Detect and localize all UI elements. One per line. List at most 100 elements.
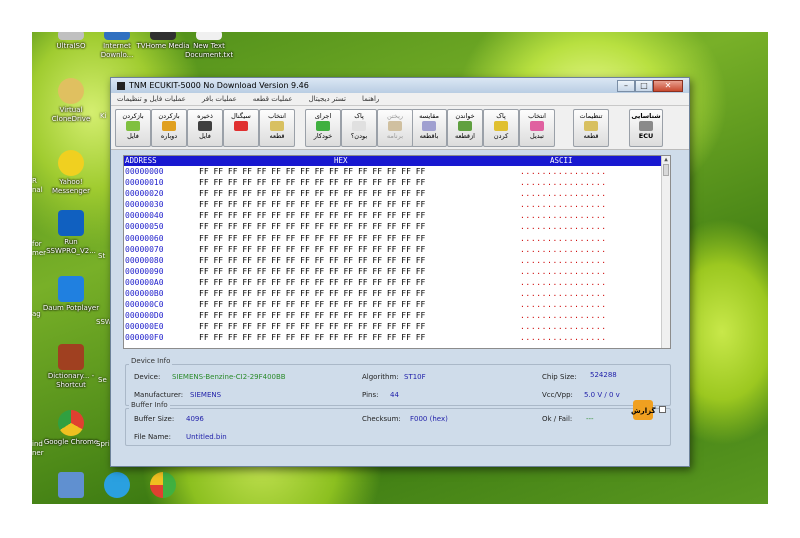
hex-row[interactable]: 00000080 FF FF FF FF FF FF FF FF FF FF FF… (124, 255, 670, 266)
hex-bytes: FF FF FF FF FF FF FF FF FF FF FF FF FF F… (199, 167, 426, 176)
hex-row[interactable]: 00000040 FF FF FF FF FF FF FF FF FF FF FF… (124, 210, 670, 221)
scrollbar-thumb[interactable] (663, 164, 669, 176)
hex-ascii: ................ (520, 211, 607, 221)
minimize-button[interactable]: – (617, 79, 635, 92)
maximize-button[interactable]: □ (635, 79, 653, 92)
hex-row[interactable]: 000000E0 FF FF FF FF FF FF FF FF FF FF FF… (124, 321, 670, 332)
hex-row[interactable]: 000000F0 FF FF FF FF FF FF FF FF FF FF FF… (124, 332, 670, 343)
desktop-icon-chrome[interactable]: Google Chrome (40, 410, 102, 447)
hex-row[interactable]: 000000D0 FF FF FF FF FF FF FF FF FF FF FF… (124, 310, 670, 321)
toolbar-button-label: ذخیره (197, 112, 213, 120)
chip-size-label: Chip Size: (542, 373, 577, 381)
desktop-icon-text-document[interactable]: New Text Document.txt (178, 32, 240, 60)
ecukit-window: TNM ECUKIT-5000 No Download Version 9.46… (110, 77, 690, 467)
toolbar-button-6[interactable]: ریختن برنامه (377, 109, 413, 147)
desktop-icon-yahoo[interactable]: Yahoo! Messenger (40, 150, 102, 196)
menu-help[interactable]: راهنما (356, 95, 385, 103)
menu-part-operations[interactable]: عملیات قطعه (247, 95, 299, 103)
desktop-clipped-label: St (98, 252, 106, 260)
hex-bytes: FF FF FF FF FF FF FF FF FF FF FF FF FF F… (199, 322, 426, 332)
hex-row[interactable]: 000000B0 FF FF FF FF FF FF FF FF FF FF FF… (124, 288, 670, 299)
clonedrive-icon (58, 78, 84, 104)
hex-row[interactable]: 00000050 FF FF FF FF FF FF FF FF FF FF FF… (124, 221, 670, 232)
hex-header-ascii: ASCII (550, 156, 573, 165)
toolbar-button-8[interactable]: اجرای خودکار (305, 109, 341, 147)
device-value: SIEMENS-Benzine-CI2-29F400BB (172, 373, 286, 381)
menu-file-settings[interactable]: عملیات فایل و تنظیمات (111, 95, 192, 103)
hex-bytes: FF FF FF FF FF FF FF FF FF FF FF FF FF F… (199, 333, 426, 343)
toolbar-button-sublabel: فایل (199, 132, 211, 140)
hex-ascii: ................ (520, 233, 607, 243)
app-icon[interactable] (150, 472, 176, 498)
okfail-value: --- (586, 415, 594, 423)
hex-row[interactable]: 000000A0 FF FF FF FF FF FF FF FF FF FF FF… (124, 277, 670, 288)
hex-bytes: FF FF FF FF FF FF FF FF FF FF FF FF FF F… (199, 244, 426, 254)
save-file-icon (198, 121, 212, 131)
hex-ascii: ................ (520, 266, 607, 276)
hex-ascii: ................ (520, 300, 607, 310)
menu-digital-tester[interactable]: تستر دیجیتال (303, 95, 352, 103)
vertical-scrollbar[interactable]: ▲ (661, 156, 670, 348)
toolbar-button-label: اجرای (314, 112, 332, 120)
hex-row[interactable]: 00000060 FF FF FF FF FF FF FF FF FF FF FF… (124, 233, 670, 244)
toolbar-button-11[interactable]: ذخیره فایل (187, 109, 223, 147)
hex-row[interactable]: 00000000 FF FF FF FF FF FF FF FF FF FF FF… (124, 166, 670, 177)
report-checkbox[interactable] (659, 406, 666, 413)
telegram-icon[interactable] (104, 472, 130, 498)
toolbar-button-sublabel: قطعه (583, 132, 599, 140)
toolbar-button-3[interactable]: پاک کردن (483, 109, 519, 147)
hex-rows: 00000000 FF FF FF FF FF FF FF FF FF FF FF… (124, 166, 670, 344)
report-button[interactable]: گزارش (631, 400, 657, 422)
hex-ascii: ................ (520, 189, 607, 199)
desktop-icon-clonedrive[interactable]: Virtual CloneDrive (40, 78, 102, 124)
scroll-up-icon[interactable]: ▲ (662, 156, 670, 164)
hex-header: ADDRESS HEX ASCII (124, 156, 670, 166)
toolbar-button-label: سیگنال (231, 112, 251, 120)
desktop-icon-dictionary[interactable]: Dictionary... - Shortcut (40, 344, 102, 390)
window-title: TNM ECUKIT-5000 No Download Version 9.46 (129, 81, 309, 90)
toolbar-button-12[interactable]: بازکردن دوباره (151, 109, 187, 147)
manufacturer-label: Manufacturer: (134, 391, 184, 399)
hex-row[interactable]: 00000090 FF FF FF FF FF FF FF FF FF FF FF… (124, 266, 670, 277)
desktop-icon-potplayer[interactable]: Daum Potplayer (40, 276, 102, 313)
auto-run-icon (316, 121, 330, 131)
toolbar-button-13[interactable]: بازکردن فایل (115, 109, 151, 147)
hex-ascii: ................ (520, 277, 607, 287)
report-label: گزارش (631, 407, 656, 415)
toolbar-button-0[interactable]: شناسایی ECU (629, 109, 663, 147)
hex-row[interactable]: 000000C0 FF FF FF FF FF FF FF FF FF FF FF… (124, 299, 670, 310)
toolbar-button-2[interactable]: انتخاب تبدیل (519, 109, 555, 147)
menu-buffer-operations[interactable]: عملیات بافر (196, 95, 243, 103)
hex-ascii: ................ (520, 255, 607, 265)
hex-row[interactable]: 00000030 FF FF FF FF FF FF FF FF FF FF FF… (124, 199, 670, 210)
hex-bytes: FF FF FF FF FF FF FF FF FF FF FF FF FF F… (199, 266, 426, 276)
toolbar-button-sublabel: دوباره (160, 132, 178, 140)
desktop-icon-sswpro[interactable]: Run SSWPRO_V2... (40, 210, 102, 256)
toolbar-button-1[interactable]: تنظیمات قطعه (573, 109, 609, 147)
close-button[interactable]: ✕ (653, 79, 683, 92)
hex-row[interactable]: 00000010 FF FF FF FF FF FF FF FF FF FF FF… (124, 177, 670, 188)
potplayer-icon (58, 276, 84, 302)
hex-ascii: ................ (520, 333, 607, 343)
toolbar-button-9[interactable]: انتخاب قطعه (259, 109, 295, 147)
toolbar-button-4[interactable]: خواندن ازقطعه (447, 109, 483, 147)
hex-editor[interactable]: ADDRESS HEX ASCII 00000000 FF FF FF FF FF… (123, 155, 671, 349)
signal-icon (234, 121, 248, 131)
hex-row[interactable]: 00000020 FF FF FF FF FF FF FF FF FF FF FF… (124, 188, 670, 199)
toolbar-button-label: ریختن (386, 112, 404, 120)
hex-bytes: FF FF FF FF FF FF FF FF FF FF FF FF FF F… (199, 178, 426, 188)
toolbar-button-5[interactable]: مقایسه باقطعه (411, 109, 447, 147)
hex-ascii: ................ (520, 322, 607, 332)
toolbar-button-label: انتخاب (528, 112, 546, 120)
hex-address: 000000B0 (125, 289, 164, 299)
hex-bytes: FF FF FF FF FF FF FF FF FF FF FF FF FF F… (199, 255, 426, 265)
network-icon[interactable] (58, 472, 84, 498)
buffer-size-value: 4096 (186, 415, 204, 423)
toolbar-button-10[interactable]: سیگنال (223, 109, 259, 147)
checksum-value: F000 (hex) (410, 415, 448, 423)
idm-icon (104, 32, 130, 40)
hex-row[interactable]: 00000070 FF FF FF FF FF FF FF FF FF FF FF… (124, 244, 670, 255)
toolbar-button-7[interactable]: پاک بودن؟ (341, 109, 377, 147)
hex-ascii: ................ (520, 289, 607, 299)
title-bar[interactable]: TNM ECUKIT-5000 No Download Version 9.46… (111, 78, 689, 93)
